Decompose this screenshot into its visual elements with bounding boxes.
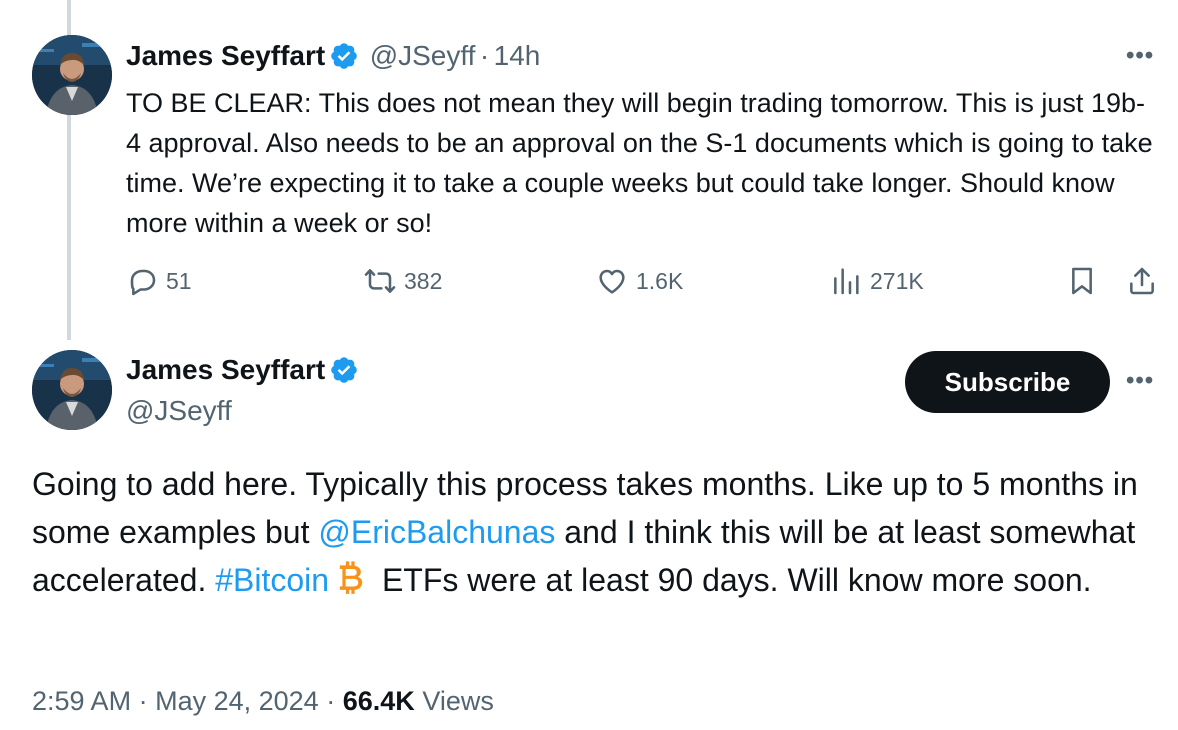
bookmark-button[interactable] [1066, 265, 1098, 297]
author-handle[interactable]: @JSeyff [126, 394, 232, 428]
repost-button[interactable]: 382 [364, 265, 442, 297]
avatar[interactable] [32, 35, 112, 115]
author-name[interactable]: James Seyffart [126, 354, 325, 385]
tweet-actions-bar: 51 382 1.6K 271K [126, 265, 1166, 305]
separator-dot: · [326, 686, 336, 716]
main-tweet-author: James Seyffart [126, 352, 359, 393]
main-tweet-text: Going to add here. Typically this proces… [32, 460, 1162, 604]
views-button[interactable]: 271K [830, 265, 924, 297]
reply-button[interactable]: 51 [126, 265, 192, 297]
repost-count: 382 [404, 267, 443, 294]
share-button[interactable] [1126, 265, 1158, 297]
hashtag-link[interactable]: #Bitcoin [215, 562, 329, 598]
author-handle[interactable]: @JSeyff [370, 40, 476, 71]
like-count: 1.6K [636, 267, 684, 294]
tweet-metadata: 2:59 AM · May 24, 2024 · 66.4K Views [32, 683, 494, 719]
bitcoin-icon [339, 561, 363, 594]
verified-badge-icon [331, 43, 358, 69]
more-horizontal-icon[interactable]: ••• [1126, 42, 1154, 70]
subscribe-button[interactable]: Subscribe [905, 351, 1110, 413]
avatar-image [32, 350, 112, 430]
views-count: 66.4K [342, 686, 415, 716]
tweet-timestamp-time[interactable]: 2:59 AM [32, 686, 131, 716]
verified-badge-icon [331, 357, 358, 383]
share-icon [1130, 267, 1154, 295]
tweet-timestamp-date[interactable]: May 24, 2024 [155, 686, 319, 716]
tweet-time[interactable]: 14h [494, 40, 541, 71]
reply-tweet-text: TO BE CLEAR: This does not mean they wil… [126, 88, 1153, 238]
reply-tweet-header: James Seyffart @JSeyff · 14h [126, 38, 540, 79]
analytics-bar-icon [834, 268, 859, 295]
avatar[interactable] [32, 350, 112, 430]
repost-icon [364, 269, 396, 293]
reply-icon [130, 269, 156, 296]
mention-link[interactable]: @EricBalchunas [318, 514, 555, 550]
heart-icon [599, 269, 625, 294]
views-label: Views [422, 686, 494, 716]
separator-dot: · [479, 40, 490, 71]
reply-count: 51 [166, 267, 192, 294]
separator-dot: · [138, 686, 148, 716]
like-button[interactable]: 1.6K [596, 265, 683, 297]
tweet-text-segment: ETFs were at least 90 days. Will know mo… [373, 562, 1092, 598]
author-name[interactable]: James Seyffart [126, 40, 325, 71]
avatar-image [32, 35, 112, 115]
bookmark-icon [1072, 267, 1092, 295]
views-count: 271K [870, 267, 924, 294]
more-horizontal-icon[interactable]: ••• [1126, 367, 1154, 395]
